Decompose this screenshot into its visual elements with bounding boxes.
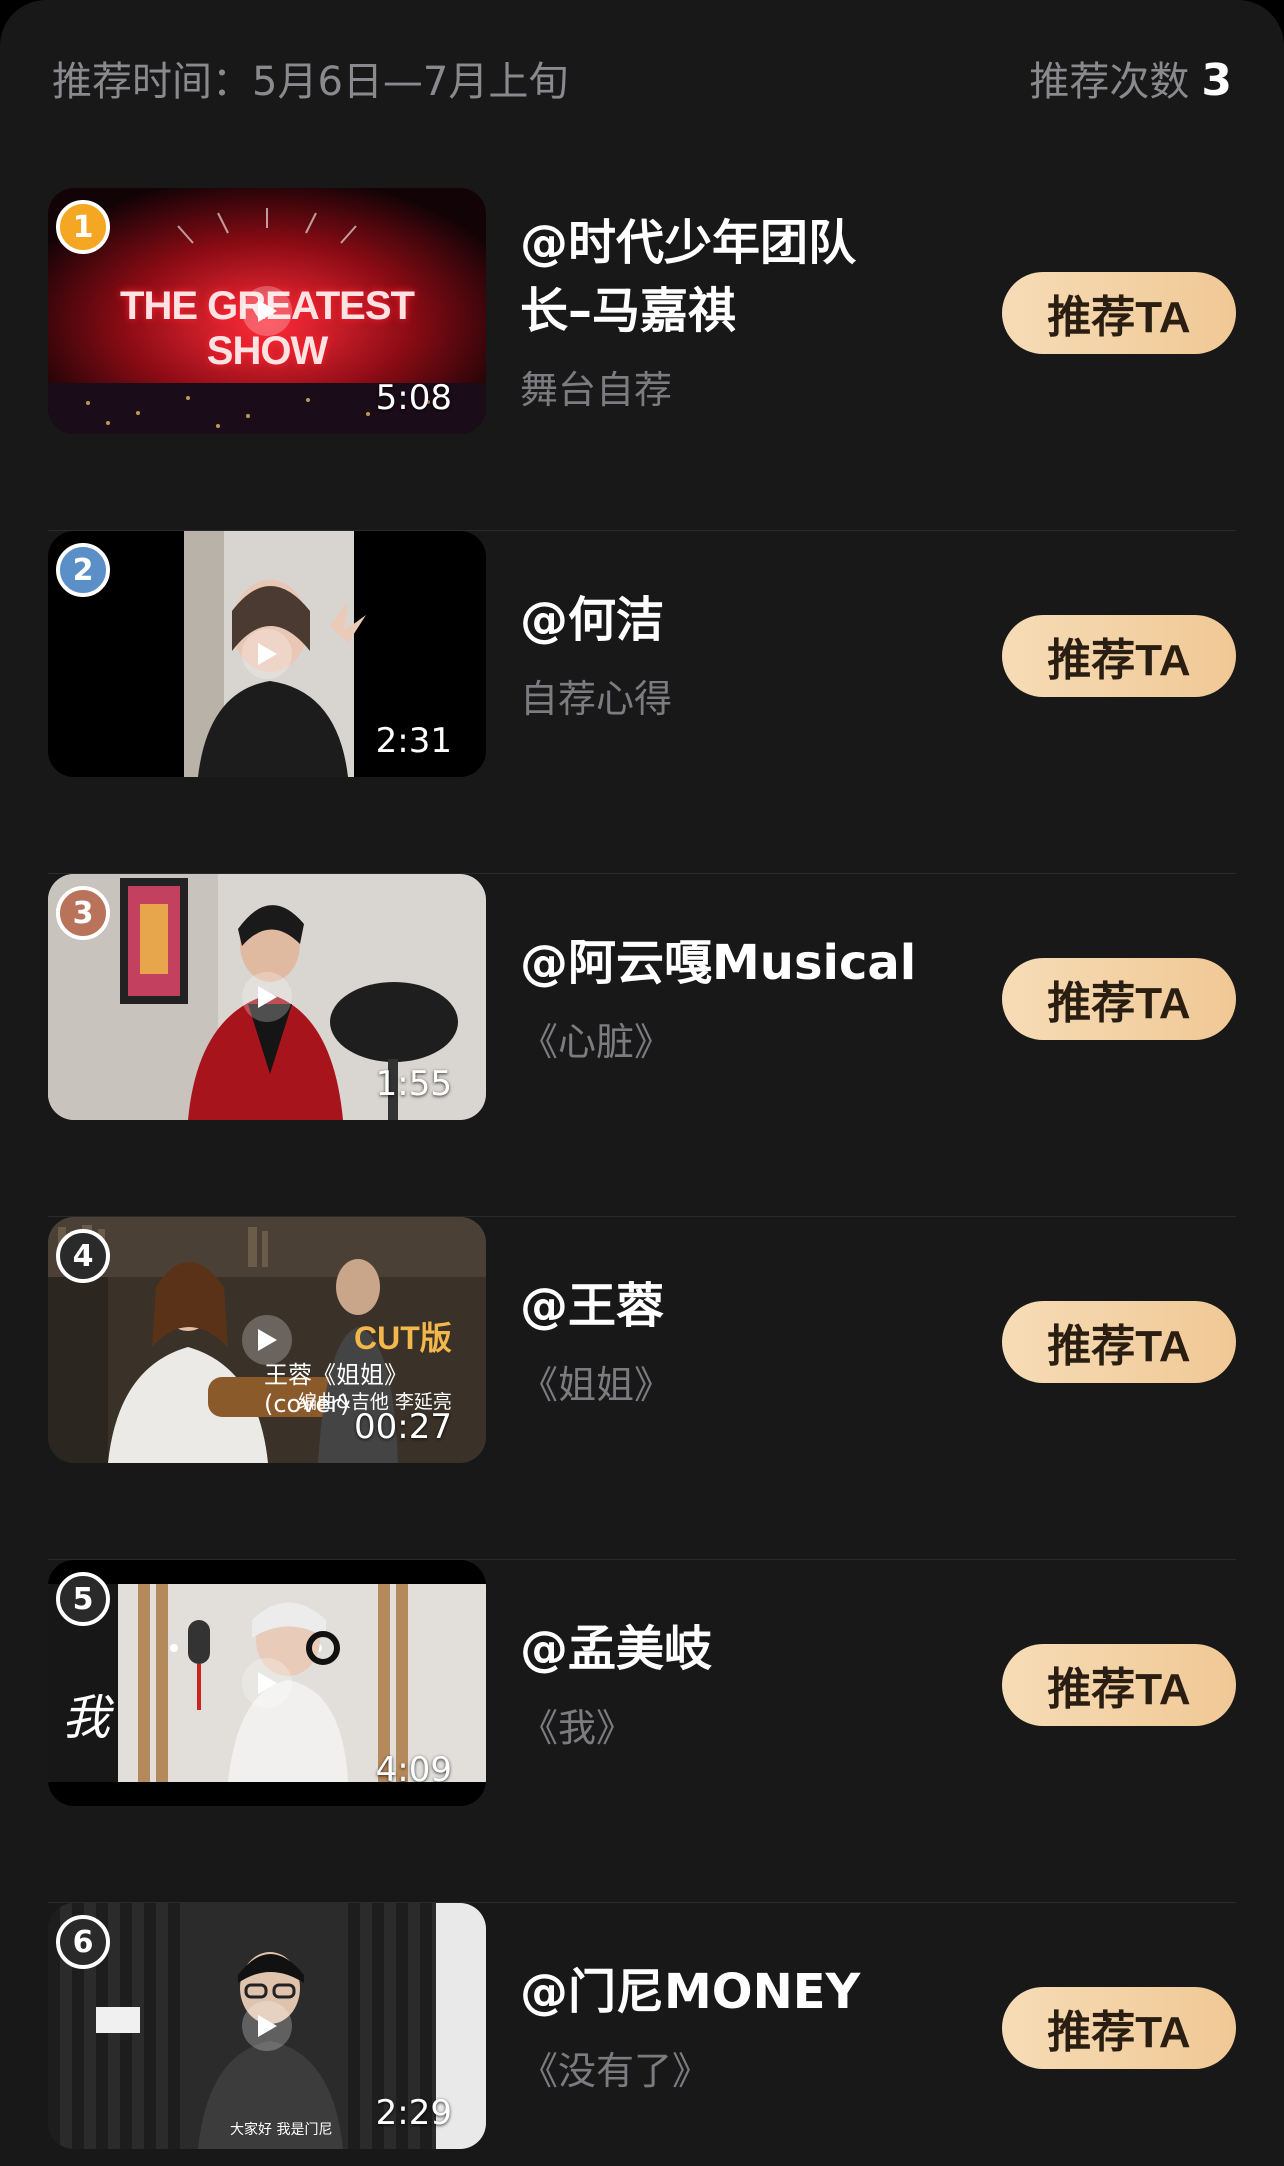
recommend-count-label: 推荐次数 [1029,59,1190,105]
recommend-button[interactable]: 推荐TA [1002,272,1236,354]
list-item: 2 2:31 @何洁 自荐心得 推荐TA [48,531,1236,874]
recommend-button[interactable]: 推荐TA [1002,615,1236,697]
item-info: @门尼MONEY 《没有了》 [520,1903,1000,2149]
recommend-period: 推荐时间：5月6日—7月上旬 [52,59,569,105]
video-thumbnail[interactable]: CUT版 王蓉《姐姐》(cover) 编曲&吉他 李延亮 4 00:27 [48,1217,486,1463]
video-duration: 1:55 [375,1064,452,1104]
rank-badge: 1 [56,200,110,254]
play-icon [242,972,292,1022]
rank-badge: 4 [56,1229,110,1283]
list-item: 我 5 4:09 @孟美岐 《我》 推荐TA [48,1560,1236,1903]
item-subtitle: 自荐心得 [520,676,673,721]
video-thumbnail[interactable]: 2 2:31 [48,531,486,777]
item-info: @王蓉 《姐姐》 [520,1217,1000,1463]
recommend-button[interactable]: 推荐TA [1002,1301,1236,1383]
thumbnail-cut-label: CUT版 [354,1320,452,1356]
artist-name[interactable]: @孟美岐 [520,1615,1000,1683]
play-icon [242,286,292,336]
recommend-count: 推荐次数 3 [1029,49,1232,107]
video-thumbnail[interactable]: 我 5 4:09 [48,1560,486,1806]
recommendation-panel: 推荐时间：5月6日—7月上旬 推荐次数 3 THE GREATEST SHOW … [0,0,1284,2166]
recommend-button[interactable]: 推荐TA [1002,1987,1236,2069]
item-info: @何洁 自荐心得 [520,531,1000,777]
item-subtitle: 《没有了》 [520,2048,711,2093]
list-item: THE GREATEST SHOW 1 5:08 @时代少年团队 长–马嘉祺 舞… [48,188,1236,531]
item-subtitle: 《姐姐》 [520,1362,673,1407]
video-thumbnail[interactable]: 3 1:55 [48,874,486,1120]
item-subtitle: 《心脏》 [520,1019,673,1064]
play-icon [242,1315,292,1365]
video-duration: 2:31 [375,721,452,761]
recommend-button[interactable]: 推荐TA [1002,958,1236,1040]
thumbnail-lyric-char: 我 [62,1690,111,1746]
play-icon [242,2001,292,2051]
artist-name-line1: @时代少年团队 [520,214,857,271]
video-duration: 00:27 [354,1407,452,1447]
list-item: CUT版 王蓉《姐姐》(cover) 编曲&吉他 李延亮 4 00:27 @王蓉… [48,1217,1236,1560]
item-info: @阿云嘎Musical 《心脏》 [520,874,1000,1120]
video-thumbnail[interactable]: THE GREATEST SHOW 1 5:08 [48,188,486,434]
thumbnail-subtitle-text: 大家好 我是门尼 [230,2122,333,2138]
rank-badge: 5 [56,1572,110,1626]
video-duration: 2:29 [375,2093,452,2133]
video-thumbnail[interactable]: 大家好 我是门尼 6 2:29 [48,1903,486,2149]
list-item: 3 1:55 @阿云嘎Musical 《心脏》 推荐TA [48,874,1236,1217]
artist-name-line2: 长–马嘉祺 [520,282,737,339]
rank-badge: 3 [56,886,110,940]
artist-name[interactable]: @时代少年团队 长–马嘉祺 [520,209,1000,345]
rank-badge: 6 [56,1915,110,1969]
play-icon [242,1658,292,1708]
item-subtitle: 《我》 [520,1705,635,1750]
artist-name[interactable]: @何洁 [520,586,1000,654]
item-subtitle: 舞台自荐 [520,367,673,412]
video-duration: 4:09 [375,1750,452,1790]
recommend-count-value: 3 [1201,55,1232,106]
recommend-list: THE GREATEST SHOW 1 5:08 @时代少年团队 长–马嘉祺 舞… [48,188,1236,2166]
video-duration: 5:08 [375,378,452,418]
recommend-button[interactable]: 推荐TA [1002,1644,1236,1726]
item-info: @时代少年团队 长–马嘉祺 舞台自荐 [520,188,1000,434]
header-bar: 推荐时间：5月6日—7月上旬 推荐次数 3 [52,48,1232,108]
list-item: 大家好 我是门尼 6 2:29 @门尼MONEY 《没有了》 推荐TA [48,1903,1236,2166]
artist-name[interactable]: @阿云嘎Musical [520,929,1000,997]
artist-name[interactable]: @王蓉 [520,1272,1000,1340]
artist-name[interactable]: @门尼MONEY [520,1958,1000,2026]
play-icon [242,629,292,679]
item-info: @孟美岐 《我》 [520,1560,1000,1806]
rank-badge: 2 [56,543,110,597]
